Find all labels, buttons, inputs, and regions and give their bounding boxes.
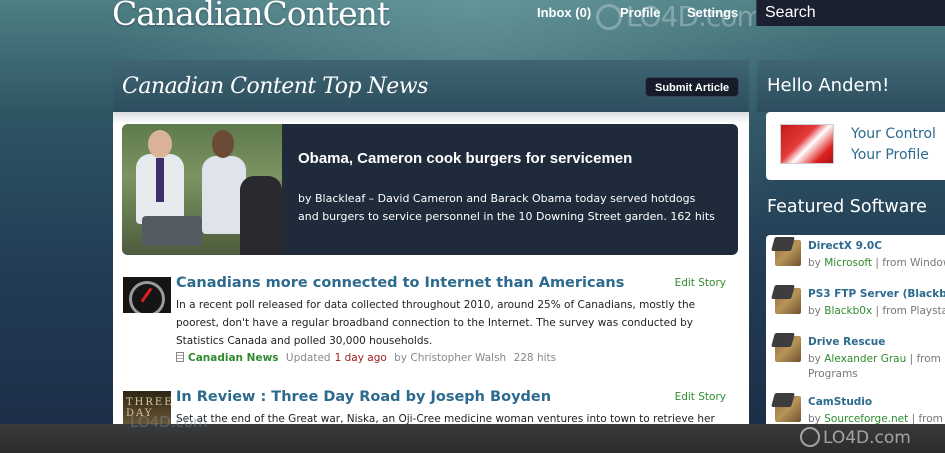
watermark-bottom: LO4D.com xyxy=(800,427,911,448)
site-logo[interactable]: CanadianContent xyxy=(112,0,390,33)
featured-story-photo[interactable] xyxy=(122,124,282,255)
software-box-icon xyxy=(775,240,801,266)
software-box-icon xyxy=(775,396,801,422)
watermark-logo-icon xyxy=(800,427,820,447)
software-item: Drive Rescue by Alexander Grau | from D P… xyxy=(766,331,945,391)
software-source: by Microsoft | from Windows xyxy=(808,256,945,271)
document-icon xyxy=(176,352,184,362)
story-category[interactable]: Canadian News xyxy=(188,352,279,364)
software-name[interactable]: Drive Rescue xyxy=(808,336,885,348)
featured-story[interactable]: Obama, Cameron cook burgers for servicem… xyxy=(122,124,738,255)
story-hits: 228 hits xyxy=(513,352,557,364)
software-author[interactable]: Alexander Grau xyxy=(824,353,906,365)
featured-software-title: Featured Software xyxy=(767,197,927,217)
watermark-text: LO4D.com xyxy=(823,428,911,448)
panel-title: Canadian Content Top News xyxy=(122,74,428,99)
story-meta: Canadian News Updated 1 day ago by Christ… xyxy=(176,352,560,364)
top-news-panel: Canadian Content Top News Submit Article… xyxy=(113,60,749,453)
photo-grill xyxy=(142,216,202,246)
software-source-rest: | from Playstation xyxy=(875,305,945,317)
search-input[interactable] xyxy=(757,0,945,26)
software-source: by Alexander Grau | from D Programs xyxy=(808,352,945,382)
photo-figure xyxy=(212,130,234,158)
story-title[interactable]: Canadians more connected to Internet tha… xyxy=(176,275,624,291)
nav-profile[interactable]: Profile xyxy=(620,5,660,20)
submit-article-button[interactable]: Submit Article xyxy=(645,77,740,97)
top-news-header: Canadian Content Top News Submit Article xyxy=(113,60,749,112)
software-author[interactable]: Microsoft xyxy=(824,257,872,269)
search-box xyxy=(756,0,945,26)
greeting-text: Hello Andem! xyxy=(767,75,890,96)
story-thumbnail[interactable] xyxy=(123,277,171,313)
watermark-logo-icon xyxy=(596,4,622,30)
story-body: In a recent poll released for data colle… xyxy=(176,299,696,347)
featured-story-body: by Blackleaf – David Cameron and Barack … xyxy=(298,192,715,223)
software-name[interactable]: CamStudio xyxy=(808,396,872,408)
photo-figure xyxy=(240,176,282,255)
software-author[interactable]: Blackb0x xyxy=(824,305,872,317)
story-author: by Christopher Walsh xyxy=(394,352,507,364)
photo-figure xyxy=(148,130,172,158)
sidebar: Hello Andem! Your Control Your Profile F… xyxy=(757,60,945,453)
your-control-link[interactable]: Your Control xyxy=(851,126,936,142)
greeting-header: Hello Andem! xyxy=(757,60,945,112)
edit-story-link[interactable]: Edit Story xyxy=(675,277,726,289)
speedometer-icon xyxy=(129,281,165,313)
featured-story-title[interactable]: Obama, Cameron cook burgers for servicem… xyxy=(298,150,632,167)
software-box-icon xyxy=(775,288,801,314)
watermark-bottom-left: LO4D.com xyxy=(130,413,208,431)
featured-software-list: DirectX 9.0C by Microsoft | from Windows… xyxy=(766,235,945,453)
software-name[interactable]: DirectX 9.0C xyxy=(808,240,882,252)
software-source: by Blackb0x | from Playstation xyxy=(808,304,945,319)
software-by-label: by xyxy=(808,305,821,317)
software-name[interactable]: PS3 FTP Server (Blackbox) xyxy=(808,288,945,300)
panel-shade xyxy=(113,112,749,124)
top-header: CanadianContent LO4D.com Inbox (0) Profi… xyxy=(0,0,945,52)
software-by-label: by xyxy=(808,353,821,365)
nav-settings[interactable]: Settings xyxy=(687,5,738,20)
nav-inbox[interactable]: Inbox (0) xyxy=(537,5,591,20)
story-age: 1 day ago xyxy=(334,352,387,364)
software-source-rest: | from D xyxy=(909,353,945,365)
software-by-label: by xyxy=(808,257,821,269)
story-title[interactable]: In Review : Three Day Road by Joseph Boy… xyxy=(176,389,551,405)
software-source-rest: | from Windows xyxy=(875,257,945,269)
software-box-icon xyxy=(775,336,801,362)
canada-flag-avatar[interactable] xyxy=(780,124,834,164)
software-source-rest: Programs xyxy=(808,368,858,380)
user-card: Your Control Your Profile xyxy=(766,112,945,180)
photo-figure xyxy=(156,158,164,202)
your-profile-link[interactable]: Your Profile xyxy=(851,147,929,163)
edit-story-link[interactable]: Edit Story xyxy=(675,391,726,403)
story-updated-label: Updated xyxy=(285,352,331,364)
